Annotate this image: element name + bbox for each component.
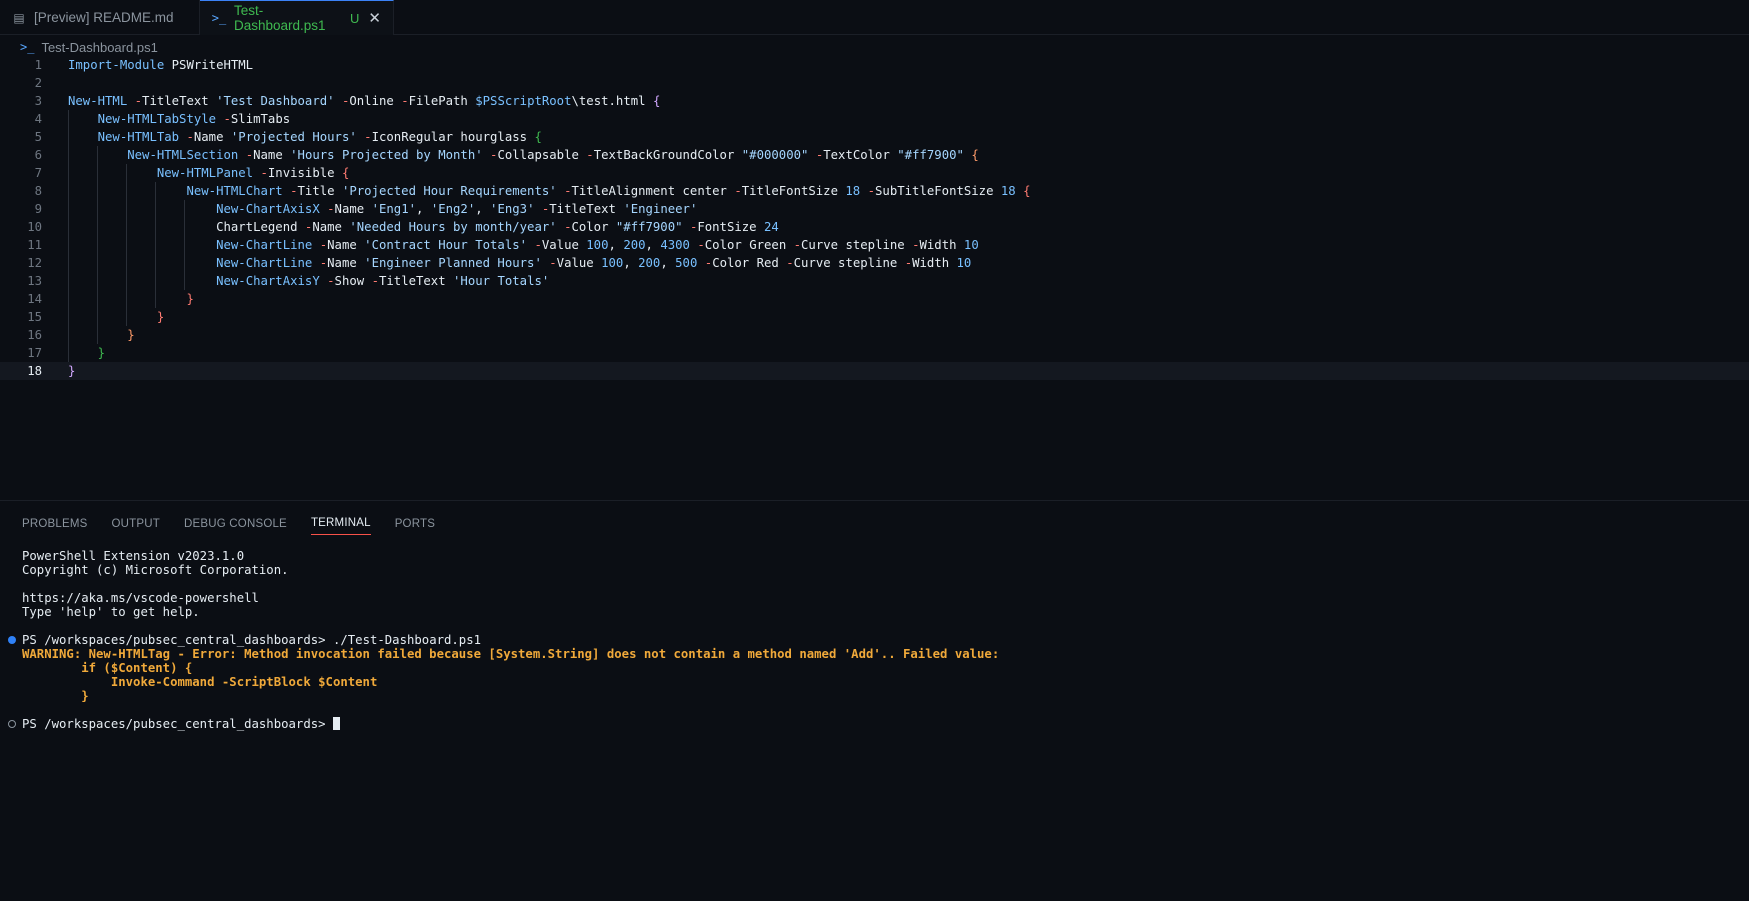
- terminal-warning: if ($Content) {: [22, 661, 193, 675]
- code-line: 13 New-ChartAxisY -Show -TitleText 'Hour…: [27, 272, 550, 290]
- tab-debug-console[interactable]: DEBUG CONSOLE: [184, 513, 287, 535]
- tab-test-dashboard[interactable]: >_ Test-Dashboard.ps1 U ✕: [200, 0, 394, 35]
- terminal-line: https://aka.ms/vscode-powershell: [22, 591, 259, 605]
- code-line: 6 New-HTMLSection -Name 'Hours Projected…: [34, 146, 979, 164]
- tab-readme-preview[interactable]: ▤ [Preview] README.md: [0, 0, 200, 35]
- code-line: 16 }: [27, 326, 135, 344]
- panel-tabs: PROBLEMS OUTPUT DEBUG CONSOLE TERMINAL P…: [22, 513, 459, 541]
- code-line-current: 18}: [0, 362, 1749, 380]
- code-line: 3 New-HTML -TitleText 'Test Dashboard' -O…: [34, 94, 661, 108]
- terminal-prompt-line: PS /workspaces/pubsec_central_dashboards…: [0, 717, 1749, 731]
- code-line: 17 }: [27, 344, 106, 362]
- terminal-prompt: PS /workspaces/pubsec_central_dashboards…: [22, 633, 333, 647]
- code-line: 2: [34, 76, 42, 90]
- tab-terminal[interactable]: TERMINAL: [310, 513, 371, 535]
- code-line: 10 ChartLegend -Name 'Needed Hours by mo…: [27, 218, 779, 236]
- code-line: 1 Import-Module PSWriteHTML: [34, 58, 254, 72]
- code-line: 14 }: [27, 290, 194, 308]
- breadcrumb-file: Test-Dashboard.ps1: [41, 39, 158, 55]
- bottom-panel: PROBLEMS OUTPUT DEBUG CONSOLE TERMINAL P…: [0, 500, 1749, 901]
- command-pending-dot[interactable]: [8, 720, 16, 728]
- command-success-dot[interactable]: [8, 636, 16, 644]
- editor-tab-bar: ▤ [Preview] README.md >_ Test-Dashboard.…: [0, 0, 1749, 35]
- tab-label: Test-Dashboard.ps1: [234, 3, 326, 33]
- code-line: 7 New-HTMLPanel -Invisible {: [34, 164, 350, 182]
- code-line: 9 New-ChartAxisX -Name 'Eng1', 'Eng2', '…: [34, 200, 698, 218]
- code-line: 8 New-HTMLChart -Title 'Projected Hour R…: [34, 182, 1031, 200]
- terminal-line: PowerShell Extension v2023.1.0: [22, 549, 245, 563]
- terminal-prompt: PS /workspaces/pubsec_central_dashboards…: [22, 717, 333, 731]
- terminal-prompt-line: PS /workspaces/pubsec_central_dashboards…: [0, 633, 1749, 647]
- code-line: 11 New-ChartLine -Name 'Contract Hour To…: [27, 236, 979, 254]
- terminal-command: ./Test-Dashboard.ps1: [332, 633, 482, 647]
- tab-problems[interactable]: PROBLEMS: [22, 513, 88, 535]
- preview-icon: ▤: [13, 10, 25, 25]
- powershell-icon: >_: [211, 11, 227, 25]
- code-line: 5 New-HTMLTab -Name 'Projected Hours' -I…: [34, 128, 542, 146]
- terminal-warning: }: [22, 689, 89, 703]
- modified-badge: U: [350, 10, 360, 26]
- terminal-warning: WARNING: New-HTMLTag - Error: Method inv…: [22, 647, 1000, 661]
- code-editor[interactable]: 1 Import-Module PSWriteHTML 2 3 New-HTML -…: [0, 56, 1749, 498]
- tab-label: [Preview] README.md: [34, 10, 174, 25]
- terminal-cursor: [332, 717, 340, 730]
- close-icon[interactable]: ✕: [368, 9, 381, 27]
- terminal-warning: Invoke-Command -ScriptBlock $Content: [22, 675, 378, 689]
- terminal-line: Copyright (c) Microsoft Corporation.: [22, 563, 289, 577]
- tab-output[interactable]: OUTPUT: [112, 513, 160, 535]
- terminal[interactable]: PowerShell Extension v2023.1.0 Copyright…: [0, 549, 1749, 731]
- code-line: 12 New-ChartLine -Name 'Engineer Planned…: [27, 254, 972, 272]
- code-line: 15 }: [27, 308, 165, 326]
- tab-ports[interactable]: PORTS: [395, 513, 435, 535]
- breadcrumb[interactable]: >_ Test-Dashboard.ps1: [20, 37, 158, 57]
- terminal-line: Type 'help' to get help.: [22, 605, 200, 619]
- code-line: 4 New-HTMLTabStyle -SlimTabs: [34, 110, 291, 128]
- powershell-icon: >_: [20, 40, 35, 54]
